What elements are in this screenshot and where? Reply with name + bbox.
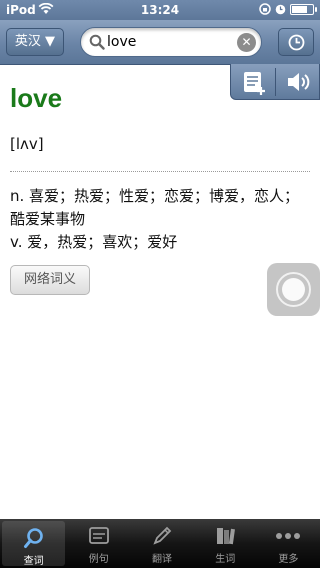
battery-icon [290,3,317,15]
panel-divider [275,68,276,96]
assistive-touch-button[interactable] [267,263,320,316]
language-direction-button[interactable]: 英汉 ▼ [6,28,64,56]
tab-label: 翻译 [152,554,172,565]
alarm-clock-icon [275,4,286,14]
search-header: 英汉 ▼ ✕ [0,20,320,65]
tab-label: 更多 [278,554,299,565]
tab-label: 例句 [88,554,109,565]
orientation-lock-icon [259,3,271,15]
phonetic-transcription: [lʌv] [10,135,44,153]
headword: love [10,83,63,113]
search-input[interactable] [107,32,233,52]
status-bar: iPod 13:24 [0,0,320,20]
tab-label: 查词 [23,556,44,567]
definition-verb: v. 爱，热爱；喜欢；爱好 [10,233,178,251]
translate-pen-icon [153,526,172,545]
search-box[interactable]: ✕ [80,27,262,57]
history-button[interactable] [278,28,314,56]
clock-icon [288,34,305,51]
tab-lookup[interactable]: 查词 [2,521,66,567]
more-dots-icon [276,533,301,539]
search-icon [23,528,43,548]
word-action-panel [230,64,320,100]
example-icon [88,527,109,544]
separator-line [10,171,310,172]
tab-label: 生词 [215,554,236,565]
clear-search-button[interactable]: ✕ [237,33,256,52]
tab-wordbook[interactable]: 生词 [194,519,257,568]
assistive-touch-core [282,278,305,301]
wordbook-icon [217,528,236,545]
pronounce-button[interactable] [281,68,315,96]
search-icon [89,34,105,50]
tab-more[interactable]: 更多 [257,519,320,568]
add-to-wordbook-button[interactable] [237,68,269,96]
definitions-list: n. 喜爱；热爱；性爱；恋爱；博爱，恋人；酷爱某事物 v. 爱，热爱；喜欢；爱好 [10,185,310,254]
definition-noun: n. 喜爱；热爱；性爱；恋爱；博爱，恋人；酷爱某事物 [10,187,300,228]
tab-bar: 查词 例句 翻译 生词 更多 [0,519,320,568]
tab-examples[interactable]: 例句 [67,519,130,568]
tab-translate[interactable]: 翻译 [130,519,193,568]
add-wordbook-icon [244,72,265,95]
speaker-icon [288,73,310,91]
web-definition-button[interactable]: 网络词义 [10,265,90,295]
